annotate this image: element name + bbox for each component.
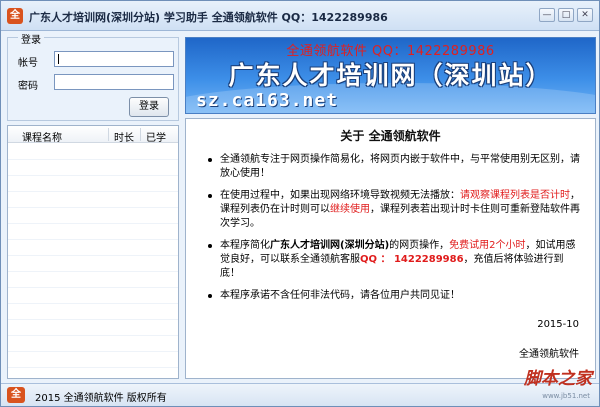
password-label: 密码 [18, 81, 38, 92]
account-label: 帐号 [18, 58, 38, 69]
highlight-text: 免费试用2个小时 [449, 240, 526, 251]
status-bar: 全 2015 全通领航软件 版权所有 [1, 383, 599, 406]
window-title: 广东人才培训网(深圳分站) 学习助手 全通领航软件 QQ：1422289986 [29, 11, 388, 24]
title-bar[interactable]: 全 广东人才培训网(深圳分站) 学习助手 全通领航软件 QQ：142228998… [1, 1, 599, 31]
account-input[interactable] [54, 51, 174, 67]
course-list[interactable]: 课程名称 时长 已学 [7, 125, 179, 379]
close-button[interactable]: ✕ [577, 8, 593, 22]
course-list-header: 课程名称 时长 已学 [8, 126, 178, 144]
site-name-text: 广东人才培训网(深圳分站) [270, 240, 390, 251]
minimize-button[interactable]: — [539, 8, 555, 22]
course-list-body[interactable] [8, 144, 178, 378]
highlight-text: 请观察课程列表是否计时 [460, 190, 570, 201]
qq-contact-text: QQ ： 1422289986 [360, 254, 464, 265]
about-list: 全通领航专注于网页操作简易化，将网页内嵌于软件中，与平常使用别无区别，请放心使用… [208, 153, 580, 311]
about-title: 关于 全通领航软件 [340, 129, 441, 143]
about-text: 在使用过程中，如果出现网络环境导致视频无法播放： [220, 190, 460, 201]
about-item-network: 在使用过程中，如果出现网络环境导致视频无法播放：请观察课程列表是否计时，课程列表… [208, 189, 580, 231]
banner-url: sz.ca163.net [196, 90, 339, 111]
copyright-text: 2015 全通领航软件 版权所有 [35, 393, 167, 404]
about-date: 2015-10 [537, 319, 579, 330]
site-watermark-url: www.jb51.net [542, 392, 590, 400]
about-signature: 全通领航软件 [519, 349, 579, 360]
window-controls: — □ ✕ [539, 8, 593, 22]
banner-title: 广东人才培训网（深圳站） [228, 61, 553, 90]
login-group-caption: 登录 [18, 31, 44, 46]
app-logo-icon: 全 [7, 8, 23, 24]
column-divider[interactable] [108, 128, 109, 141]
login-button[interactable]: 登录 [129, 97, 169, 117]
about-text: 全通领航专注于网页操作简易化，将网页内嵌于软件中，与平常使用别无区别，请放心使用… [220, 154, 580, 179]
site-banner: 全通领航软件 QQ：1422289986 广东人才培训网（深圳站） sz.ca1… [185, 37, 596, 114]
about-text: 本程序承诺不含任何非法代码，请各位用户共同见证！ [220, 290, 460, 301]
about-text: 本程序简化 [220, 240, 270, 251]
column-learned[interactable]: 已学 [146, 129, 166, 144]
about-panel: 关于 全通领航软件 全通领航专注于网页操作简易化，将网页内嵌于软件中，与平常使用… [185, 118, 596, 379]
about-item-trial: 本程序简化广东人才培训网(深圳分站)的网页操作，免费试用2个小时，如试用感觉良好… [208, 239, 580, 281]
about-text: 的网页操作， [389, 240, 450, 251]
site-watermark: 脚本之家 [524, 369, 592, 389]
column-course-name[interactable]: 课程名称 [22, 129, 62, 144]
text-caret [58, 54, 59, 64]
highlight-text: 继续使用 [330, 204, 370, 215]
maximize-button[interactable]: □ [558, 8, 574, 22]
password-input[interactable] [54, 74, 174, 90]
column-divider[interactable] [140, 128, 141, 141]
app-window: 全 广东人才培训网(深圳分站) 学习助手 全通领航软件 QQ：142228998… [0, 0, 600, 407]
about-item-intro: 全通领航专注于网页操作简易化，将网页内嵌于软件中，与平常使用别无区别，请放心使用… [208, 153, 580, 181]
status-logo-icon: 全 [7, 387, 25, 403]
column-duration[interactable]: 时长 [114, 129, 134, 144]
about-item-promise: 本程序承诺不含任何非法代码，请各位用户共同见证！ [208, 289, 580, 303]
